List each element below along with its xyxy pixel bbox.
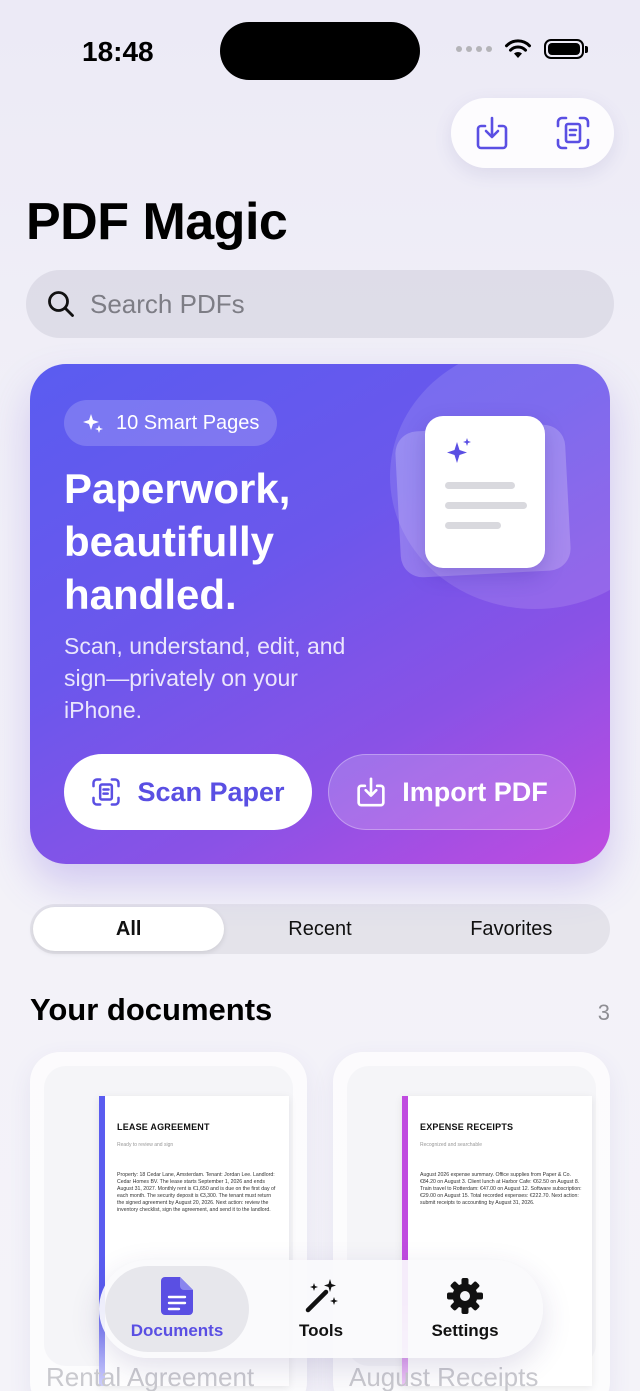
tab-bar: Documents Tools Settings [99,1260,543,1358]
filter-favorites[interactable]: Favorites [416,907,607,951]
document-name: Rental Agreement [46,1362,255,1391]
app-title: PDF Magic [26,193,288,251]
document-name: August Receipts [349,1362,539,1391]
magic-wand-icon [305,1279,338,1313]
page-subtitle: Ready to review and sign [117,1142,174,1148]
tray-arrow-down-icon [476,116,508,150]
document-scanner-icon [92,778,121,806]
search-input[interactable] [90,288,570,320]
page-body: Property: 18 Cedar Lane, Amsterdam. Tena… [117,1172,276,1213]
search-bar[interactable] [26,270,614,338]
cellular-signal-icon [456,46,492,52]
sparkles-icon [447,438,471,463]
gear-icon [447,1278,483,1314]
status-indicators [456,38,588,60]
filter-segmented-control: All Recent Favorites [30,904,610,954]
tab-documents-label: Documents [130,1321,224,1340]
page-body: August 2026 expense summary. Office supp… [420,1172,582,1206]
battery-icon [544,39,588,59]
document-scanner-icon [556,116,590,150]
document-illustration [394,416,572,579]
page-subtitle: Recognized and searchable [420,1142,482,1148]
tray-arrow-down-icon [357,777,385,807]
top-action-group [451,98,614,168]
tab-documents[interactable]: Documents [105,1266,249,1352]
status-time: 18:48 [82,36,154,67]
section-title: Your documents [30,992,273,1027]
filter-all[interactable]: All [33,907,225,951]
import-pdf-button[interactable]: Import PDF [328,754,576,830]
sparkles-icon [83,414,103,433]
smart-pages-badge: 10 Smart Pages [64,400,278,446]
import-button[interactable] [467,108,517,158]
scan-paper-button[interactable]: Scan Paper [64,754,312,830]
document-count: 3 [597,1000,610,1025]
hero-subtitle: Scan, understand, edit, and sign—private… [64,633,346,723]
tab-tools-label: Tools [298,1321,344,1340]
filter-recent[interactable]: Recent [224,907,415,951]
hero-title: Paperwork, beautifully handled. [64,465,291,618]
scan-paper-label: Scan Paper [137,776,285,807]
import-pdf-label: Import PDF [402,776,548,807]
tab-settings-label: Settings [431,1321,499,1340]
page-title: LEASE AGREEMENT [117,1122,210,1132]
dynamic-island [220,22,420,80]
page-title: EXPENSE RECEIPTS [420,1122,514,1132]
wifi-icon [505,39,531,58]
tab-tools[interactable]: Tools [249,1266,393,1352]
smart-pages-count: 10 Smart Pages [116,411,260,434]
document-icon [161,1277,193,1315]
hero-card: 10 Smart Pages Paperwork, beautifully ha… [30,364,610,864]
search-icon [48,291,74,317]
tab-settings[interactable]: Settings [393,1266,537,1352]
scan-button[interactable] [548,108,598,158]
